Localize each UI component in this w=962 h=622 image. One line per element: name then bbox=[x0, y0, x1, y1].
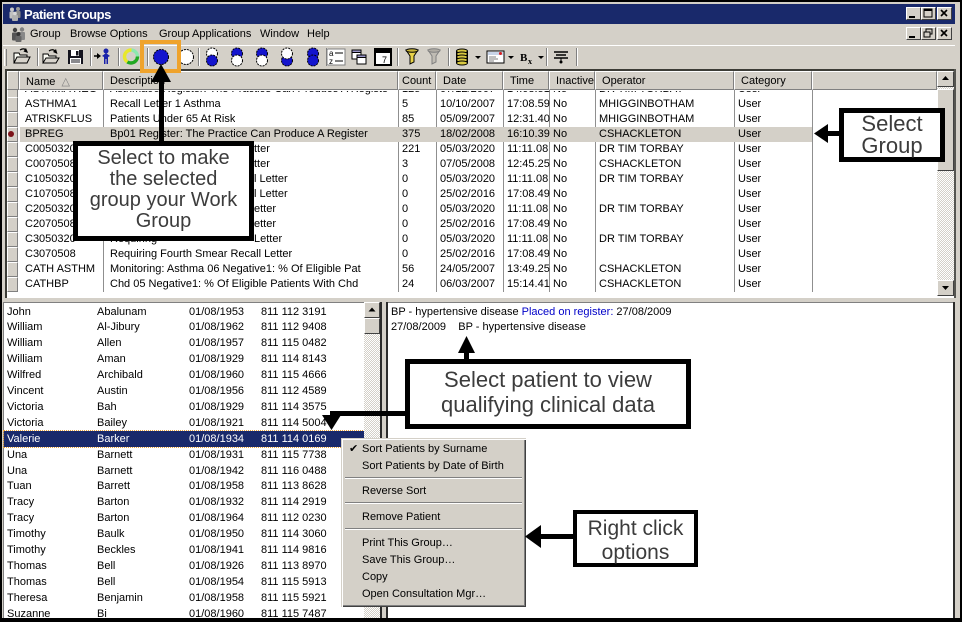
svg-text:z: z bbox=[329, 57, 333, 66]
svg-text:7: 7 bbox=[382, 55, 387, 65]
svg-text:B: B bbox=[520, 52, 528, 64]
svg-text:x: x bbox=[528, 57, 532, 66]
